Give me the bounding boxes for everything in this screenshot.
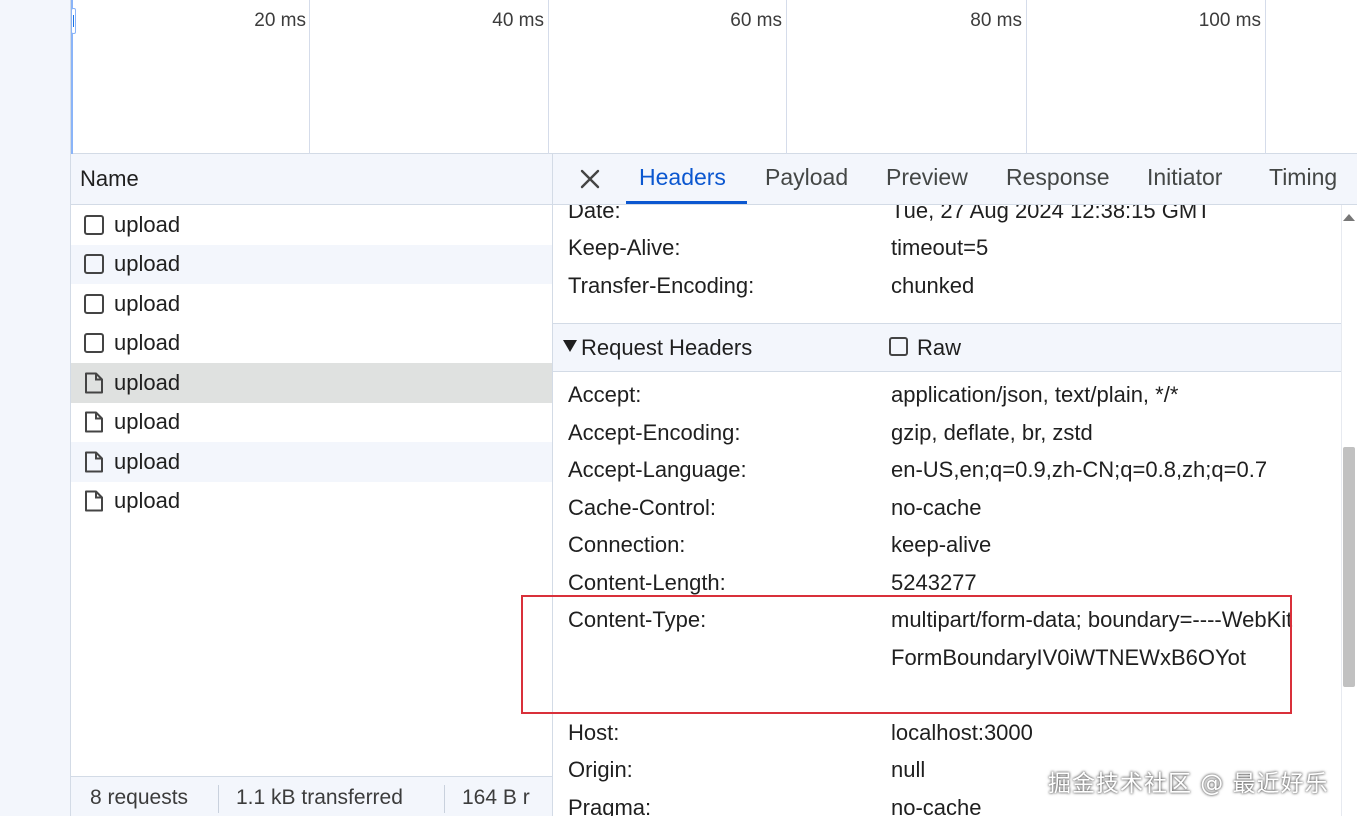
- document-icon: [83, 372, 105, 394]
- request-row[interactable]: upload: [71, 324, 552, 364]
- header-key: Origin:: [568, 757, 633, 782]
- header-value: en-US,en;q=0.9,zh-CN;q=0.8,zh;q=0.7: [891, 457, 1268, 482]
- tab-headers[interactable]: Headers: [639, 164, 726, 191]
- active-tab-indicator: [626, 201, 747, 204]
- timeline-tick-label: 20 ms: [254, 10, 306, 31]
- header-key: Keep-Alive:: [568, 235, 681, 260]
- request-name: upload: [114, 290, 181, 316]
- timeline-gridline: [1026, 0, 1027, 154]
- tab-timing[interactable]: Timing: [1269, 164, 1337, 191]
- checkbox-icon: [84, 254, 104, 275]
- tab-initiator[interactable]: Initiator: [1147, 164, 1222, 191]
- timeline-tick-label: 60 ms: [730, 10, 782, 31]
- request-count: 8 requests: [90, 786, 189, 809]
- request-name: upload: [114, 369, 181, 395]
- timeline-tick-label: 40 ms: [492, 10, 544, 31]
- request-row[interactable]: upload: [71, 482, 552, 522]
- checkbox-icon: [84, 214, 104, 235]
- request-row[interactable]: upload: [71, 403, 552, 443]
- timeline-gridline: [309, 0, 310, 154]
- name-column-header-label: Name: [80, 166, 139, 191]
- resources-size: 164 B r: [462, 786, 530, 809]
- content-type-highlight-box: [521, 595, 1292, 714]
- request-headers-title: Request Headers: [581, 335, 753, 360]
- expand-triangle-icon[interactable]: [563, 340, 577, 352]
- status-divider: [444, 785, 445, 813]
- header-value: keep-alive: [891, 532, 992, 557]
- request-name: upload: [114, 448, 181, 474]
- request-name: upload: [114, 409, 181, 435]
- header-key: Date:: [568, 205, 621, 223]
- request-row[interactable]: upload: [71, 284, 552, 324]
- header-value: application/json, text/plain, */*: [891, 382, 1179, 407]
- document-icon: [83, 411, 105, 433]
- tab-response[interactable]: Response: [1006, 164, 1110, 191]
- request-headers-section-header[interactable]: Request Headers Raw: [553, 323, 1341, 372]
- request-detail-tabs: Headers Payload Preview Response Initiat…: [553, 154, 1357, 205]
- request-list: upload upload upload upload upload uploa…: [71, 205, 552, 775]
- timeline-range-handle[interactable]: [71, 8, 76, 34]
- header-key: Accept:: [568, 382, 642, 407]
- network-status-bar: 8 requests 1.1 kB transferred 164 B r: [71, 776, 552, 816]
- close-icon[interactable]: [577, 166, 603, 192]
- request-name: upload: [114, 330, 181, 356]
- name-column-header[interactable]: Name: [71, 154, 552, 205]
- transferred-size: 1.1 kB transferred: [236, 786, 403, 809]
- header-value: Tue, 27 Aug 2024 12:38:15 GMT: [891, 205, 1211, 223]
- scrollbar-thumb[interactable]: [1343, 447, 1355, 687]
- status-divider: [218, 785, 219, 813]
- document-icon: [83, 451, 105, 473]
- header-value: localhost:3000: [891, 719, 1033, 745]
- raw-checkbox-label[interactable]: Raw: [917, 335, 961, 361]
- network-timeline-overview[interactable]: 20 ms 40 ms 60 ms 80 ms 100 ms: [71, 0, 1357, 154]
- header-key: Accept-Encoding:: [568, 419, 741, 445]
- timeline-gridline: [786, 0, 787, 154]
- header-key: Host:: [568, 719, 620, 745]
- header-key: Pragma:: [568, 794, 652, 816]
- header-key: Cache-Control:: [568, 494, 716, 520]
- header-key: Accept-Language:: [568, 457, 747, 482]
- checkbox-icon: [84, 333, 104, 354]
- tab-preview[interactable]: Preview: [886, 164, 968, 191]
- header-value: timeout=5: [891, 235, 989, 260]
- watermark: 掘金技术社区 @ 最近好乐: [1048, 771, 1329, 797]
- request-row[interactable]: upload: [71, 442, 552, 482]
- header-value: no-cache: [891, 494, 982, 520]
- header-key: Connection:: [568, 532, 686, 557]
- request-name: upload: [114, 251, 181, 277]
- header-value: gzip, deflate, br, zstd: [891, 419, 1093, 445]
- document-icon: [83, 490, 105, 512]
- scroll-up-arrow-icon[interactable]: [1343, 214, 1355, 221]
- request-row-selected[interactable]: upload: [71, 363, 552, 403]
- headers-panel: Date: Tue, 27 Aug 2024 12:38:15 GMT Keep…: [553, 205, 1341, 816]
- request-name: upload: [114, 211, 181, 237]
- left-gutter: [0, 0, 70, 816]
- header-value: chunked: [891, 273, 975, 298]
- timeline-tick-label: 100 ms: [1198, 10, 1261, 31]
- header-key: Transfer-Encoding:: [568, 273, 755, 298]
- tab-payload[interactable]: Payload: [765, 164, 848, 191]
- timeline-gridline: [548, 0, 549, 154]
- checkbox-icon: [84, 293, 104, 314]
- timeline-tick-label: 80 ms: [970, 10, 1022, 31]
- raw-checkbox[interactable]: [889, 337, 908, 356]
- request-row[interactable]: upload: [71, 244, 552, 284]
- timeline-gridline: [1265, 0, 1266, 154]
- request-row[interactable]: upload: [71, 205, 552, 245]
- request-name: upload: [114, 488, 181, 514]
